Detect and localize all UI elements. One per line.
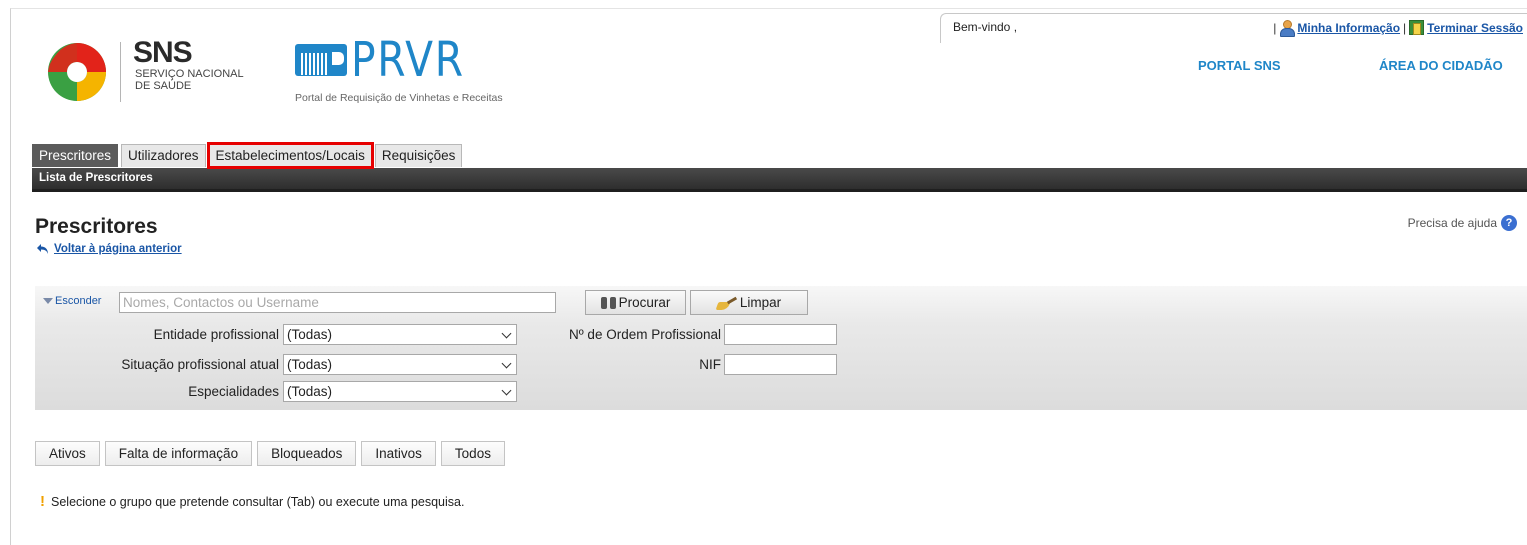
separator: | [1273, 20, 1277, 35]
sns-line1: SERVIÇO NACIONAL [135, 68, 244, 80]
tab-inativos[interactable]: Inativos [361, 441, 436, 466]
info-notice: ! Selecione o grupo que pretende consult… [40, 493, 464, 510]
tab-todos[interactable]: Todos [440, 441, 505, 466]
especialidades-label: Especialidades [188, 384, 279, 399]
tab-falta-informacao[interactable]: Falta de informação [104, 441, 253, 466]
prvr-title: PRVR [351, 32, 465, 88]
nif-input[interactable] [724, 354, 837, 375]
chevron-down-icon [501, 385, 512, 396]
binoculars-icon [600, 296, 616, 309]
search-button-label: Procurar [618, 295, 671, 310]
help-label: Precisa de ajuda [1407, 216, 1497, 230]
tab-prescritores[interactable]: Prescritores [32, 144, 119, 167]
tab-estabelecimentos[interactable]: Estabelecimentos/Locais [206, 142, 374, 169]
logout-link[interactable]: Terminar Sessão [1427, 21, 1523, 35]
sns-wordmark: SNS SERVIÇO NACIONAL DE SAÚDE [133, 36, 244, 93]
user-icon [1279, 20, 1296, 37]
tab-requisicoes[interactable]: Requisições [374, 144, 463, 167]
subnav-item-lista-prescritores[interactable]: Lista de Prescritores [39, 172, 153, 184]
nif-label: NIF [699, 357, 721, 372]
entidade-value: (Todas) [287, 327, 333, 342]
user-links: | Minha Informação | Terminar Sessão [1273, 20, 1523, 37]
welcome-text: Bem-vindo , [953, 20, 1018, 34]
chevron-down-icon [501, 358, 512, 369]
notice-text: Selecione o grupo que pretende consultar… [51, 494, 465, 509]
help-link[interactable]: Precisa de ajuda ? [1408, 215, 1517, 231]
clear-button-label: Limpar [739, 295, 782, 310]
portal-sns-link[interactable]: PORTAL SNS [1198, 58, 1281, 73]
area-cidadao-link[interactable]: ÁREA DO CIDADÃO [1379, 58, 1503, 73]
broom-icon [717, 296, 737, 310]
triangle-down-icon [43, 298, 53, 304]
warning-icon: ! [40, 493, 45, 510]
clear-button[interactable]: Limpar [690, 290, 808, 315]
logo-divider [120, 42, 121, 102]
especialidades-value: (Todas) [287, 384, 333, 399]
back-link[interactable]: Voltar à página anterior [36, 243, 182, 255]
tab-ativos[interactable]: Ativos [35, 441, 100, 466]
situacao-label: Situação profissional atual [121, 357, 279, 372]
chevron-down-icon [501, 328, 512, 339]
search-button[interactable]: Procurar [585, 290, 686, 315]
barcode-icon [295, 44, 347, 76]
ordem-label: Nº de Ordem Profissional [569, 327, 721, 342]
entidade-select[interactable]: (Todas) [283, 324, 517, 345]
search-input[interactable] [119, 292, 556, 313]
prvr-subtitle: Portal de Requisição de Vinhetas e Recei… [295, 92, 503, 104]
back-link-label: Voltar à página anterior [54, 243, 182, 255]
help-icon[interactable]: ? [1501, 215, 1517, 231]
situacao-select[interactable]: (Todas) [283, 354, 517, 375]
main-tabs: Prescritores Utilizadores Estabeleciment… [32, 142, 463, 169]
page-title: Prescritores [35, 215, 158, 238]
search-panel: Esconder Procurar Limpar Entidade profis… [35, 286, 1527, 410]
sns-line2: DE SAÚDE [135, 80, 192, 92]
tab-bloqueados[interactable]: Bloqueados [257, 441, 357, 466]
logout-icon [1409, 20, 1425, 35]
entidade-label: Entidade profissional [153, 327, 279, 342]
toggle-label: Esconder [55, 295, 102, 307]
group-tabs: Ativos Falta de informação Bloqueados In… [35, 441, 505, 466]
separator: | [1403, 20, 1407, 35]
user-bar: Bem-vindo , | Minha Informação | Termina… [940, 13, 1527, 43]
situacao-value: (Todas) [287, 357, 333, 372]
sns-title: SNS [133, 36, 193, 69]
sns-logo-icon [48, 43, 106, 101]
subnav-bar: Lista de Prescritores [32, 168, 1527, 192]
ordem-input[interactable] [724, 324, 837, 345]
hide-filters-toggle[interactable]: Esconder [43, 295, 101, 307]
tab-utilizadores[interactable]: Utilizadores [121, 144, 206, 167]
especialidades-select[interactable]: (Todas) [283, 381, 517, 402]
my-info-link[interactable]: Minha Informação [1297, 21, 1400, 35]
prvr-logo: PRVR Portal de Requisição de Vinhetas e … [295, 36, 595, 110]
back-arrow-icon [37, 244, 48, 254]
